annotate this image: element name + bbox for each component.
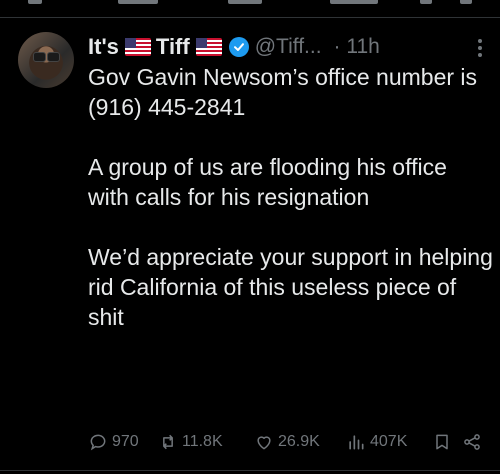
avatar-glasses — [33, 52, 60, 62]
top-divider — [0, 17, 500, 18]
timestamp[interactable]: · 11h — [334, 35, 380, 59]
tweet-action-bar: 970 11.8K 26.9K 407K — [88, 428, 493, 456]
bookmark-button[interactable] — [432, 432, 462, 452]
reply-button[interactable]: 970 — [88, 432, 158, 452]
tweet-paragraph: We’d appreciate your support in helping … — [88, 244, 493, 330]
display-name[interactable]: Tiff — [156, 34, 190, 60]
tweet-text: Gov Gavin Newsom’s office number is (916… — [88, 62, 493, 332]
us-flag-icon — [124, 38, 151, 56]
like-count: 26.9K — [278, 433, 320, 450]
tweet-paragraph: Gov Gavin Newsom’s office number is (916… — [88, 64, 478, 120]
retweet-icon — [163, 434, 173, 450]
reply-icon — [90, 434, 106, 451]
like-button[interactable]: 26.9K — [254, 432, 346, 452]
user-handle[interactable]: @Tiff... — [255, 35, 322, 59]
tweet-paragraph: A group of us are flooding his office wi… — [88, 154, 447, 210]
retweet-button[interactable]: 11.8K — [158, 432, 254, 452]
display-name-prefix[interactable]: It's — [88, 34, 119, 60]
views-icon — [349, 435, 364, 450]
view-count: 407K — [370, 433, 408, 450]
retweet-count: 11.8K — [182, 433, 223, 450]
bookmark-icon — [436, 434, 448, 450]
verified-badge-icon[interactable] — [228, 37, 249, 57]
tweet-header: It's Tiff @Tiff... · 11h — [88, 33, 380, 61]
share-icon — [464, 434, 480, 450]
share-button[interactable] — [462, 432, 488, 452]
reply-count: 970 — [112, 433, 139, 450]
heart-icon — [257, 436, 271, 450]
avatar[interactable] — [18, 32, 74, 88]
bottom-divider — [0, 470, 500, 471]
us-flag-icon — [195, 38, 222, 56]
previous-tweet-action-bar — [0, 0, 500, 8]
more-options-icon[interactable] — [470, 36, 490, 60]
views-button[interactable]: 407K — [346, 432, 432, 452]
